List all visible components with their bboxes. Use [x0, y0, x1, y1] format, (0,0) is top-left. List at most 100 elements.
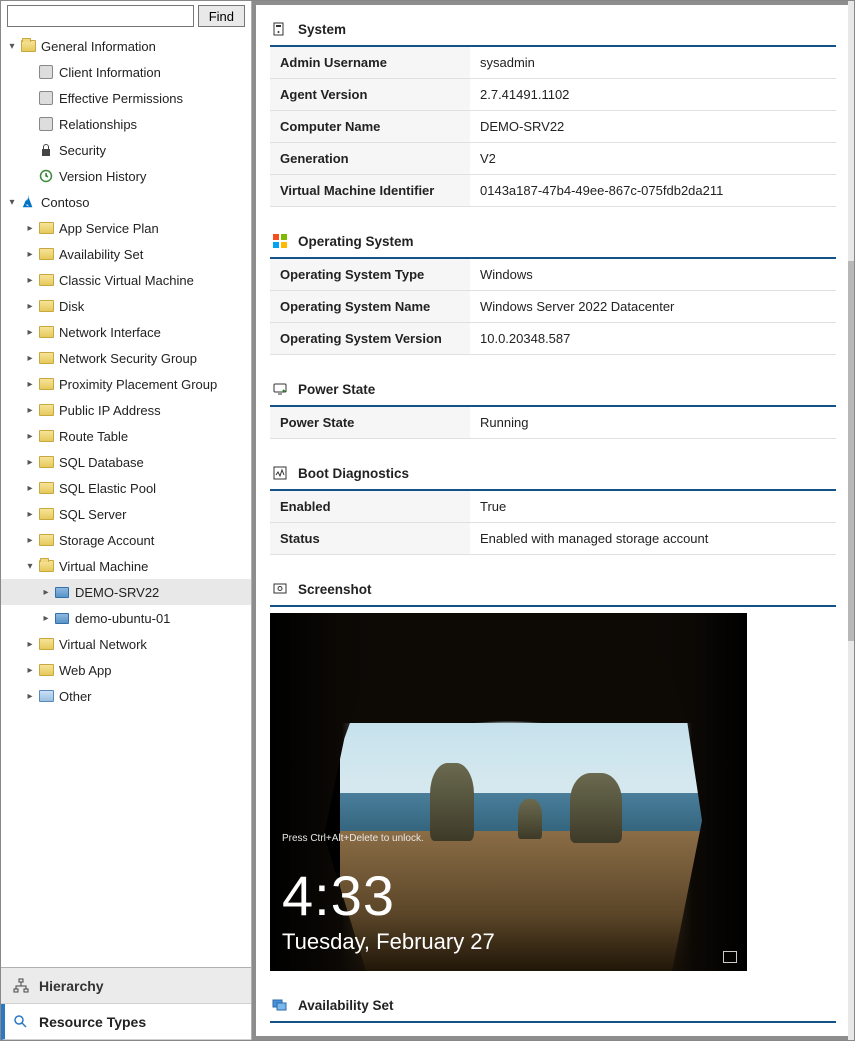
table-row: EnabledTrue [270, 491, 836, 523]
tree-label: Route Table [59, 429, 128, 444]
value: Enabled with managed storage account [470, 523, 836, 555]
details-scroll[interactable]: System Admin Usernamesysadmin Agent Vers… [256, 5, 850, 1036]
key: Operating System Version [270, 323, 470, 355]
tree-label: DEMO-SRV22 [75, 585, 159, 600]
tab-resource-types[interactable]: Resource Types [1, 1004, 251, 1040]
folder-icon [37, 532, 55, 548]
tree-label: SQL Server [59, 507, 126, 522]
tree-node-general-info[interactable]: ▾ General Information [1, 33, 251, 59]
tree-label: Relationships [59, 117, 137, 132]
chevron-right-icon[interactable]: ▸ [39, 587, 53, 598]
chevron-right-icon[interactable]: ▸ [23, 483, 37, 494]
chevron-down-icon[interactable]: ▾ [23, 561, 37, 572]
screenshot-rock [570, 773, 622, 843]
folder-icon [37, 662, 55, 678]
tree-node-security[interactable]: · Security [1, 137, 251, 163]
tree-node-version-history[interactable]: · Version History [1, 163, 251, 189]
search-row: Find [1, 1, 251, 33]
chevron-right-icon[interactable]: ▸ [23, 223, 37, 234]
chevron-down-icon[interactable]: ▾ [5, 41, 19, 52]
tree-node-ppg[interactable]: ▸Proximity Placement Group [1, 371, 251, 397]
power-table: Power StateRunning [270, 407, 836, 439]
chevron-right-icon[interactable]: ▸ [23, 509, 37, 520]
tree-label: demo-ubuntu-01 [75, 611, 170, 626]
folder-icon [37, 402, 55, 418]
search-input[interactable] [7, 5, 194, 27]
tree-node-effective-permissions[interactable]: · Effective Permissions [1, 85, 251, 111]
tree-node-public-ip[interactable]: ▸ Public IP Address [1, 397, 251, 423]
chevron-down-icon[interactable]: ▾ [5, 197, 19, 208]
folder-icon [37, 272, 55, 288]
tree-label: Public IP Address [59, 403, 161, 418]
availability-set-icon [272, 997, 288, 1013]
scrollbar-thumb[interactable] [848, 261, 854, 641]
tree-node-sql-elastic[interactable]: ▸SQL Elastic Pool [1, 475, 251, 501]
tree-node-sql-server[interactable]: ▸ SQL Server [1, 501, 251, 527]
tree-node-client-info[interactable]: · Client Information [1, 59, 251, 85]
folder-icon [37, 636, 55, 652]
table-row: Power StateRunning [270, 407, 836, 439]
tree-node-availability-set[interactable]: ▸Availability Set [1, 241, 251, 267]
find-button[interactable]: Find [198, 5, 245, 27]
boot-table: EnabledTrue StatusEnabled with managed s… [270, 491, 836, 555]
section-system: System Admin Usernamesysadmin Agent Vers… [270, 15, 836, 207]
tree-node-disk[interactable]: ▸Disk [1, 293, 251, 319]
tree-node-nsg[interactable]: ▸Network Security Group [1, 345, 251, 371]
key: Agent Version [270, 79, 470, 111]
lock-date: Tuesday, February 27 [282, 929, 495, 955]
chevron-right-icon[interactable]: ▸ [23, 691, 37, 702]
tree-node-sql-db[interactable]: ▸SQL Database [1, 449, 251, 475]
tree-node-webapp[interactable]: ▸Web App [1, 657, 251, 683]
system-table: Admin Usernamesysadmin Agent Version2.7.… [270, 47, 836, 207]
tree-label: Virtual Machine [59, 559, 148, 574]
chevron-right-icon[interactable]: ▸ [23, 457, 37, 468]
power-state-icon [272, 381, 288, 397]
chevron-right-icon[interactable]: ▸ [23, 353, 37, 364]
chevron-right-icon[interactable]: ▸ [23, 431, 37, 442]
tree-node-network-interface[interactable]: ▸ Network Interface [1, 319, 251, 345]
value: sysadmin [470, 47, 836, 79]
chevron-right-icon[interactable]: ▸ [23, 535, 37, 546]
chevron-right-icon[interactable]: ▸ [23, 249, 37, 260]
folder-info-icon [37, 688, 55, 704]
tree-node-demo-srv22[interactable]: ▸ DEMO-SRV22 [1, 579, 251, 605]
chevron-right-icon[interactable]: ▸ [23, 275, 37, 286]
tree-node-vnet[interactable]: ▸Virtual Network [1, 631, 251, 657]
tree-node-contoso[interactable]: ▾ Contoso [1, 189, 251, 215]
folder-open-icon [19, 38, 37, 54]
bottom-tabs: Hierarchy Resource Types [1, 967, 251, 1040]
network-icon [723, 951, 737, 963]
tree-node-virtual-machine[interactable]: ▾ Virtual Machine [1, 553, 251, 579]
tree-node-classic-vm[interactable]: ▸Classic Virtual Machine [1, 267, 251, 293]
table-row: Agent Version2.7.41491.1102 [270, 79, 836, 111]
section-screenshot: Screenshot Press Ctrl+Alt+Delete to unlo… [270, 575, 836, 971]
chevron-right-icon[interactable]: ▸ [23, 665, 37, 676]
section-availability-set: Availability Set [270, 991, 836, 1023]
diagnostics-icon [272, 465, 288, 481]
table-row: Virtual Machine Identifier0143a187-47b4-… [270, 175, 836, 207]
section-power: Power State Power StateRunning [270, 375, 836, 439]
tab-label: Hierarchy [39, 978, 104, 994]
chevron-right-icon[interactable]: ▸ [39, 613, 53, 624]
chevron-right-icon[interactable]: ▸ [23, 327, 37, 338]
os-table: Operating System TypeWindows Operating S… [270, 259, 836, 355]
nav-tree[interactable]: ▾ General Information · Client Informati… [1, 33, 251, 967]
screenshot-icon [272, 581, 288, 597]
folder-icon [37, 428, 55, 444]
tree-node-other[interactable]: ▸Other [1, 683, 251, 709]
tree-node-storage[interactable]: ▸Storage Account [1, 527, 251, 553]
chevron-right-icon[interactable]: ▸ [23, 639, 37, 650]
tree-node-relationships[interactable]: · Relationships [1, 111, 251, 137]
folder-icon [37, 298, 55, 314]
chevron-right-icon[interactable]: ▸ [23, 379, 37, 390]
tab-hierarchy[interactable]: Hierarchy [1, 968, 251, 1004]
chevron-right-icon[interactable]: ▸ [23, 405, 37, 416]
tree-node-demo-ubuntu[interactable]: ▸ demo-ubuntu-01 [1, 605, 251, 631]
tree-label: Network Interface [59, 325, 161, 340]
chevron-right-icon[interactable]: ▸ [23, 301, 37, 312]
tree-node-route-table[interactable]: ▸ Route Table [1, 423, 251, 449]
section-title: System [298, 22, 346, 37]
folder-icon [37, 246, 55, 262]
table-row: Computer NameDEMO-SRV22 [270, 111, 836, 143]
tree-node-app-service-plan[interactable]: ▸App Service Plan [1, 215, 251, 241]
